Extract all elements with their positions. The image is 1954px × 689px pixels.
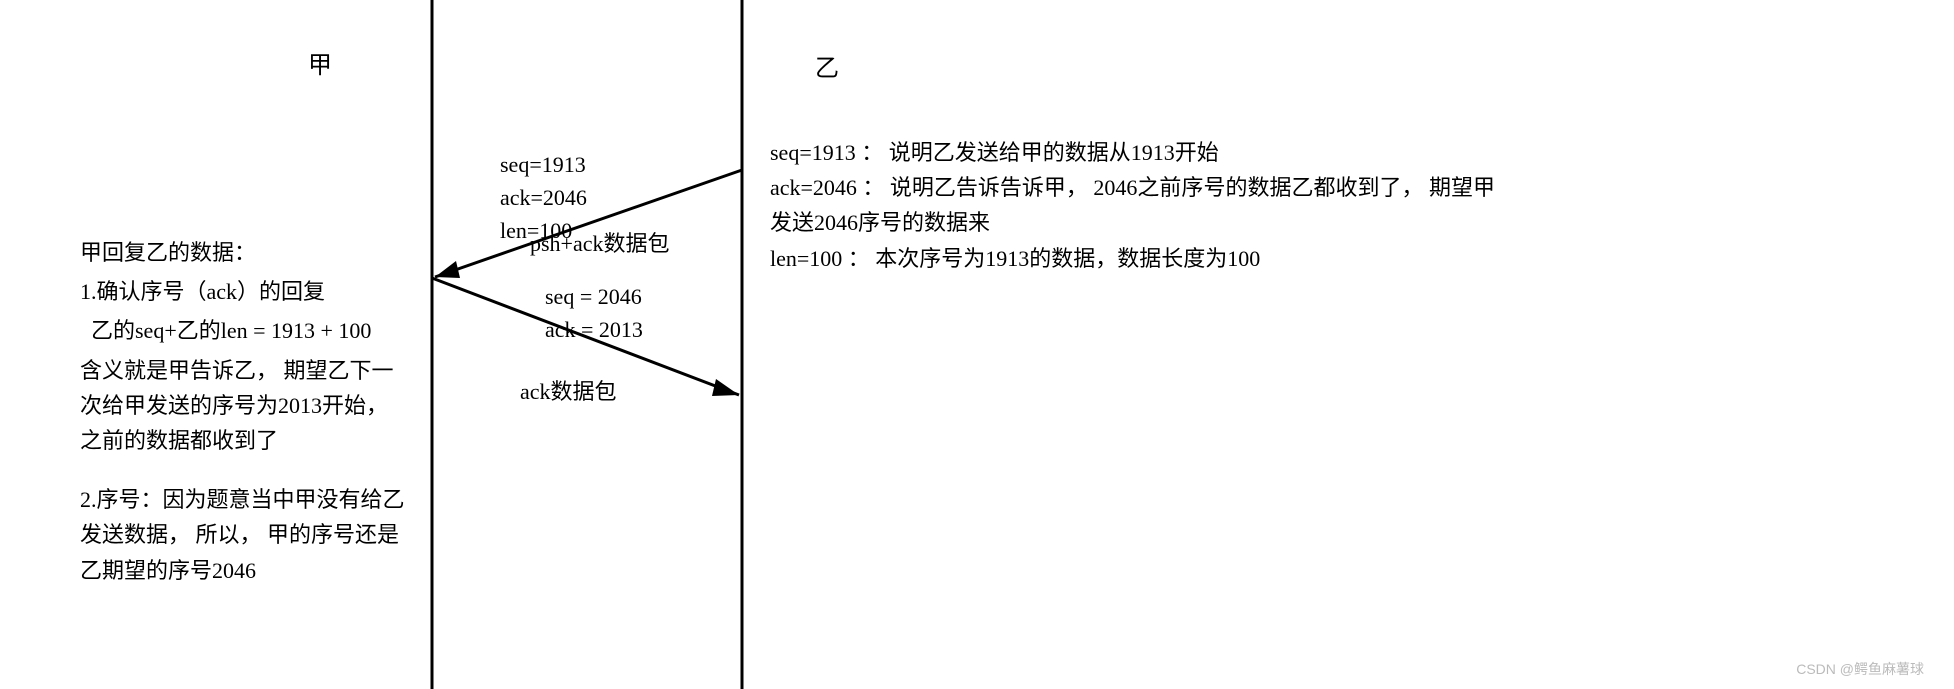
right-notes-line2: ack=2046 ： 说明乙告诉告诉甲， 2046之前序号的数据乙都收到了， 期… <box>770 170 1500 240</box>
left-explanation: 甲回复乙的数据： 1.确认序号（ack）的回复 乙的seq+乙的len = 19… <box>80 235 410 592</box>
right-explanation: seq=1913 ： 说明乙发送给甲的数据从1913开始 ack=2046 ： … <box>770 135 1500 276</box>
incoming-type: psh+ack数据包 <box>530 227 670 260</box>
watermark: CSDN @鳄鱼麻薯球 <box>1796 659 1924 679</box>
incoming-ack: ack=2046 <box>500 181 587 214</box>
party-left-label: 甲 <box>308 45 332 80</box>
left-notes-title: 甲回复乙的数据： <box>80 235 410 270</box>
outgoing-type: ack数据包 <box>520 375 617 408</box>
party-right-label: 乙 <box>815 48 839 83</box>
left-notes-line4: 2.序号：因为题意当中甲没有给乙发送数据， 所以， 甲的序号还是乙期望的序号20… <box>80 482 410 588</box>
left-notes-line2: 乙的seq+乙的len = 1913 + 100 <box>80 313 410 348</box>
outgoing-seq: seq = 2046 <box>545 280 643 313</box>
left-notes-line1: 1.确认序号（ack）的回复 <box>80 274 410 309</box>
right-notes-line1: seq=1913 ： 说明乙发送给甲的数据从1913开始 <box>770 135 1500 170</box>
incoming-seq: seq=1913 <box>500 148 587 181</box>
outgoing-ack: ack = 2013 <box>545 313 643 346</box>
right-notes-line3: len=100 ： 本次序号为1913的数据，数据长度为100 <box>770 241 1500 276</box>
left-notes-line3: 含义就是甲告诉乙， 期望乙下一次给甲发送的序号为2013开始， 之前的数据都收到… <box>80 353 410 459</box>
outgoing-packet-info: seq = 2046 ack = 2013 <box>545 280 643 346</box>
